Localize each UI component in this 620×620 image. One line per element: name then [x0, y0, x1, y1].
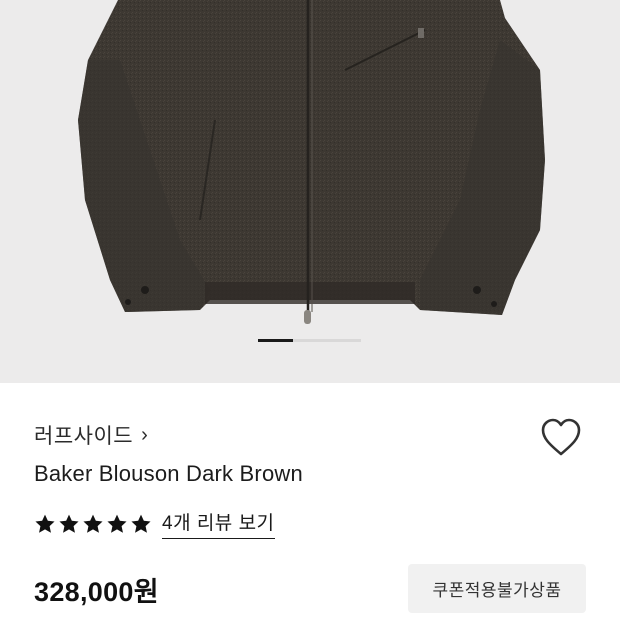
coupon-button[interactable]: 쿠폰적용불가상품 [408, 564, 586, 613]
star-filled-icon [59, 514, 79, 533]
star-filled-icon [107, 514, 127, 533]
review-link[interactable]: 4개 리뷰 보기 [162, 508, 275, 539]
brand-link[interactable]: 러프사이드 › [34, 420, 148, 450]
product-image [78, 0, 545, 324]
star-rating [34, 513, 152, 535]
brand-name: 러프사이드 [34, 425, 134, 448]
rating-row: 4개 리뷰 보기 [34, 508, 275, 539]
product-title: Baker Blouson Dark Brown [34, 461, 303, 486]
product-image-gallery[interactable] [0, 0, 620, 383]
wishlist-button[interactable] [540, 418, 582, 458]
product-price: 328,000원 [34, 577, 159, 607]
carousel-indicator-track [293, 339, 361, 342]
star-filled-icon [83, 514, 103, 533]
carousel-indicator-active [258, 339, 293, 342]
chevron-right-icon: › [141, 423, 148, 446]
heart-outline-icon [541, 418, 581, 456]
star-filled-icon [35, 514, 55, 533]
star-filled-icon [131, 514, 151, 533]
carousel-indicator [258, 339, 361, 342]
